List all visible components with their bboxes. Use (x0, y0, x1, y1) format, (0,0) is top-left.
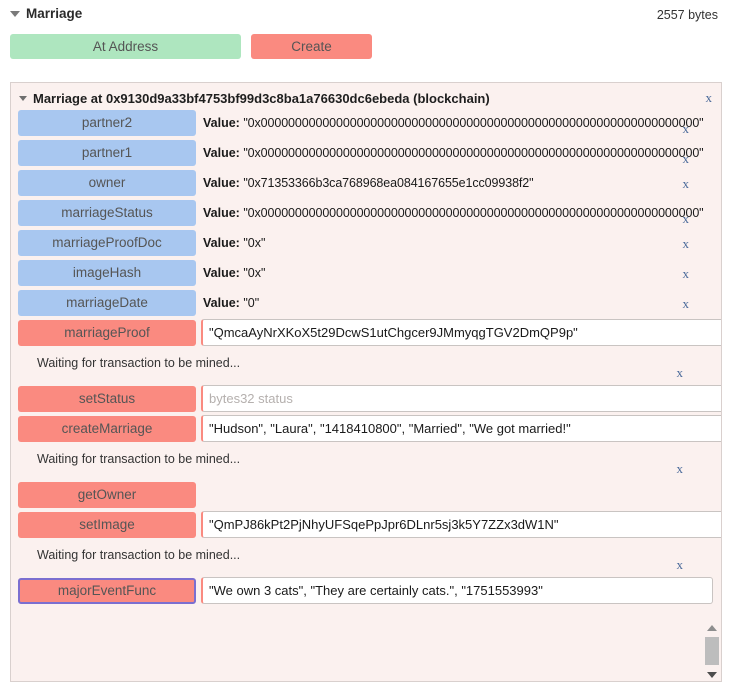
close-icon[interactable]: x (683, 177, 690, 190)
table-row: setStatus (11, 384, 721, 414)
table-row: setImage (11, 510, 721, 540)
getter-value-imagehash: Value: "0x" (203, 258, 707, 288)
getter-value-marriagedate: Value: "0" (203, 288, 707, 318)
close-icon[interactable]: x (683, 267, 690, 280)
function-input-majoreventfunc[interactable] (201, 577, 713, 604)
getter-button-marriagedate[interactable]: marriageDate (18, 290, 196, 316)
function-button-marriageproof[interactable]: marriageProof (18, 320, 196, 346)
getter-value-owner: Value: "0x71353366b3ca768968ea084167655e… (203, 168, 707, 198)
table-row: partner1 Value: "0x000000000000000000000… (11, 138, 721, 168)
value-prefix: Value: (203, 266, 240, 280)
getter-value-partner1: Value: "0x000000000000000000000000000000… (203, 138, 707, 168)
status-message: Waiting for transaction to be mined... x (11, 444, 721, 480)
table-row: majorEventFunc (11, 576, 721, 606)
function-button-setimage[interactable]: setImage (18, 512, 196, 538)
caret-down-icon[interactable] (19, 95, 27, 101)
triangle-up-icon[interactable] (707, 625, 717, 631)
getter-button-owner[interactable]: owner (18, 170, 196, 196)
getter-button-marriageproofdoc[interactable]: marriageProofDoc (18, 230, 196, 256)
value-prefix: Value: (203, 116, 240, 130)
value-prefix: Value: (203, 296, 240, 310)
getter-value-partner2: Value: "0x000000000000000000000000000000… (203, 108, 707, 138)
getter-button-partner1[interactable]: partner1 (18, 140, 196, 166)
getter-button-partner2[interactable]: partner2 (18, 110, 196, 136)
close-icon[interactable]: x (677, 366, 684, 379)
close-icon[interactable]: x (683, 212, 690, 225)
table-row: createMarriage (11, 414, 721, 444)
value-prefix: Value: (203, 146, 240, 160)
table-row: marriageDate Value: "0" x (11, 288, 721, 318)
value-prefix: Value: (203, 206, 240, 220)
value-prefix: Value: (203, 236, 240, 250)
function-button-setstatus[interactable]: setStatus (18, 386, 196, 412)
function-input-createmarriage[interactable] (201, 415, 721, 442)
close-icon[interactable]: x (706, 91, 713, 104)
caret-down-icon[interactable] (10, 10, 20, 17)
value-text: "0x0000000000000000000000000000000000000… (243, 206, 704, 220)
contract-rows: partner2 Value: "0x000000000000000000000… (11, 108, 721, 606)
dapp-contract-page: Marriage 2557 bytes At Address Create Ma… (0, 0, 732, 691)
close-icon[interactable]: x (683, 297, 690, 310)
function-button-getowner[interactable]: getOwner (18, 482, 196, 508)
create-button[interactable]: Create (251, 34, 372, 59)
header-left: Marriage (10, 6, 722, 21)
function-input-marriageproof[interactable] (201, 319, 721, 346)
table-row: marriageProof (11, 318, 721, 348)
table-row: marriageStatus Value: "0x000000000000000… (11, 198, 721, 228)
close-icon[interactable]: x (683, 152, 690, 165)
contract-panel-header: Marriage at 0x9130d9a33bf4753bf99d3c8ba1… (11, 83, 721, 108)
status-message: Waiting for transaction to be mined... x (11, 348, 721, 384)
triangle-down-icon[interactable] (707, 672, 717, 678)
value-prefix: Value: (203, 176, 240, 190)
status-text: Waiting for transaction to be mined... (37, 356, 241, 370)
contract-address-title: Marriage at 0x9130d9a33bf4753bf99d3c8ba1… (33, 90, 490, 106)
page-title: Marriage (26, 6, 83, 21)
contract-instance-panel: Marriage at 0x9130d9a33bf4753bf99d3c8ba1… (10, 82, 722, 682)
value-text: "0x" (243, 236, 266, 250)
bytecode-size-label: 2557 bytes (656, 8, 718, 22)
close-icon[interactable]: x (683, 237, 690, 250)
getter-value-marriageproofdoc: Value: "0x" (203, 228, 707, 258)
value-text: "0x0000000000000000000000000000000000000… (243, 146, 704, 160)
table-row: marriageProofDoc Value: "0x" x (11, 228, 721, 258)
page-header: Marriage 2557 bytes (0, 0, 732, 30)
getter-button-imagehash[interactable]: imageHash (18, 260, 196, 286)
value-text: "0x0000000000000000000000000000000000000… (243, 116, 704, 130)
status-message: Waiting for transaction to be mined... x (11, 540, 721, 576)
close-icon[interactable]: x (677, 558, 684, 571)
value-text: "0" (243, 296, 260, 310)
getter-button-marriagestatus[interactable]: marriageStatus (18, 200, 196, 226)
value-text: "0x71353366b3ca768968ea084167655e1cc0993… (243, 176, 534, 190)
table-row: partner2 Value: "0x000000000000000000000… (11, 108, 721, 138)
function-button-majoreventfunc[interactable]: majorEventFunc (18, 578, 196, 604)
top-action-bar: At Address Create (0, 30, 732, 59)
function-button-createmarriage[interactable]: createMarriage (18, 416, 196, 442)
status-text: Waiting for transaction to be mined... (37, 452, 241, 466)
scrollbar-thumb[interactable] (705, 637, 719, 665)
at-address-button[interactable]: At Address (10, 34, 241, 59)
close-icon[interactable]: x (677, 462, 684, 475)
value-text: "0x" (243, 266, 266, 280)
status-text: Waiting for transaction to be mined... (37, 548, 241, 562)
scrollbar[interactable] (704, 621, 720, 681)
getter-value-marriagestatus: Value: "0x000000000000000000000000000000… (203, 198, 707, 228)
close-icon[interactable]: x (683, 122, 690, 135)
table-row: getOwner (11, 480, 721, 510)
table-row: owner Value: "0x71353366b3ca768968ea0841… (11, 168, 721, 198)
function-input-setstatus[interactable] (201, 385, 721, 412)
table-row: imageHash Value: "0x" x (11, 258, 721, 288)
function-input-setimage[interactable] (201, 511, 721, 538)
